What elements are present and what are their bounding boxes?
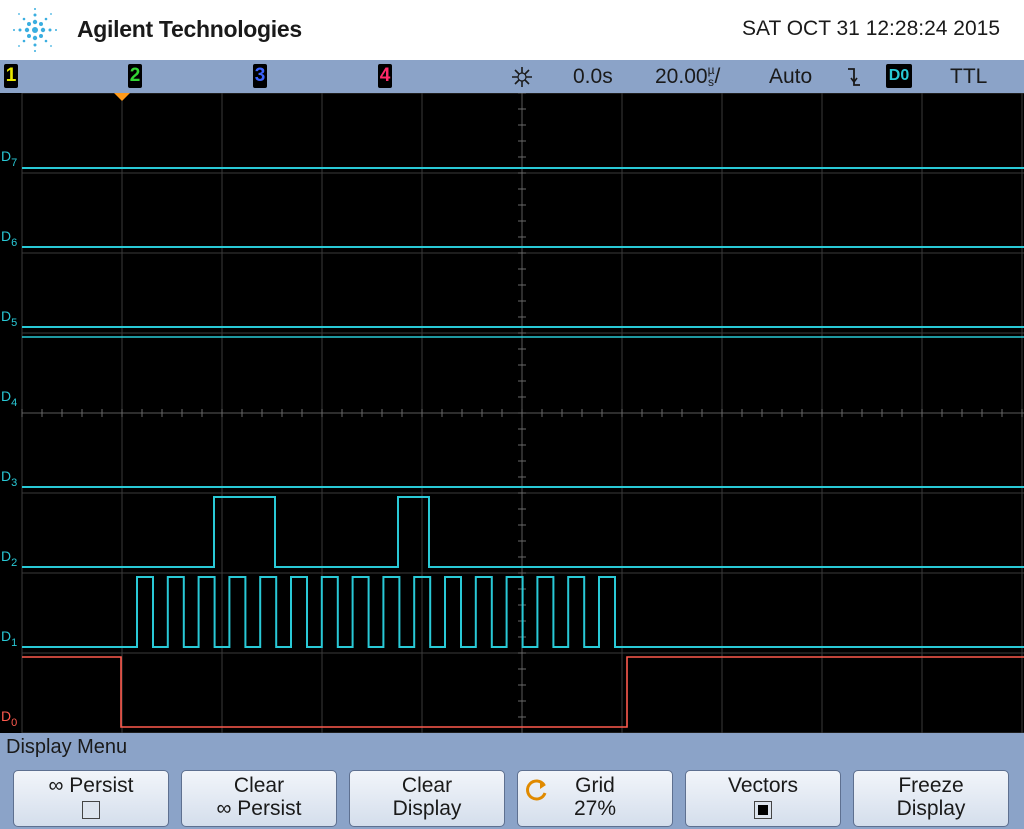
channel-label-d0: D0: [1, 708, 17, 729]
channel-label-d1: D1: [1, 628, 17, 649]
persist-label: ∞ Persist: [48, 774, 134, 797]
clear-persist-softkey[interactable]: Clear ∞ Persist: [181, 770, 337, 827]
softkey-bar: ∞ Persist Clear ∞ Persist Clear Display …: [0, 761, 1024, 829]
waveform-display[interactable]: D7 D6 D5 D4 D3 D2 D1 D0: [0, 93, 1024, 733]
falling-edge-icon: [848, 68, 860, 86]
freeze-display-softkey[interactable]: Freeze Display: [853, 770, 1009, 827]
acquire-icon: [512, 67, 532, 87]
agilent-logo-icon: [13, 8, 57, 52]
freeze-display-line1: Freeze: [898, 774, 964, 797]
timebase-readout[interactable]: 20.00µ s/: [655, 64, 720, 90]
channel-label-d4: D4: [1, 388, 17, 409]
channel-1-indicator[interactable]: 1: [4, 64, 18, 88]
vectors-checkbox[interactable]: [754, 801, 772, 820]
grid-softkey[interactable]: Grid 27%: [517, 770, 673, 827]
datetime-readout: SAT OCT 31 12:28:24 2015: [741, 17, 1000, 40]
brand-name: Agilent Technologies: [77, 16, 302, 42]
clear-display-line2: Display: [392, 797, 462, 820]
clear-persist-line1: Clear: [233, 774, 285, 797]
digital-trace-d1: [22, 576, 1024, 648]
vectors-softkey[interactable]: Vectors: [685, 770, 841, 827]
channel-4-indicator[interactable]: 4: [378, 64, 392, 88]
channel-label-d5: D5: [1, 308, 17, 329]
clear-display-line1: Clear: [401, 774, 453, 797]
header-bar: Agilent Technologies SAT OCT 31 12:28:24…: [0, 0, 1024, 60]
clear-persist-line2: ∞ Persist: [216, 797, 302, 820]
channel-label-d2: D2: [1, 548, 17, 569]
menu-title-bar: Display Menu: [0, 733, 1024, 761]
trigger-source-indicator[interactable]: D0: [886, 64, 912, 88]
trigger-mode[interactable]: Auto: [769, 64, 812, 90]
channel-label-d6: D6: [1, 228, 17, 249]
timebase-value: 20.00: [655, 65, 708, 88]
trigger-source-label: D0: [888, 67, 910, 84]
channel-label-d3: D3: [1, 468, 17, 489]
timebase-unit: /: [714, 65, 721, 88]
waveform-canvas: D7 D6 D5 D4 D3 D2 D1 D0: [1, 93, 1024, 733]
freeze-display-line2: Display: [896, 797, 966, 820]
channel-2-indicator[interactable]: 2: [128, 64, 142, 88]
persist-checkbox[interactable]: [82, 801, 100, 820]
persist-softkey[interactable]: ∞ Persist: [13, 770, 169, 827]
menu-title: Display Menu: [6, 736, 128, 758]
channel-label-d7: D7: [1, 148, 17, 169]
trigger-position-marker: [114, 93, 130, 101]
channel-3-indicator[interactable]: 3: [253, 64, 267, 88]
rotary-knob-icon: [526, 779, 547, 801]
vectors-label: Vectors: [727, 774, 799, 797]
threshold-readout[interactable]: TTL: [950, 64, 987, 90]
status-bar: 1 2 3 4 0.0s 20.00µ s/ Auto D0 TTL: [0, 60, 1024, 93]
clear-display-softkey[interactable]: Clear Display: [349, 770, 505, 827]
delay-readout[interactable]: 0.0s: [573, 64, 613, 90]
